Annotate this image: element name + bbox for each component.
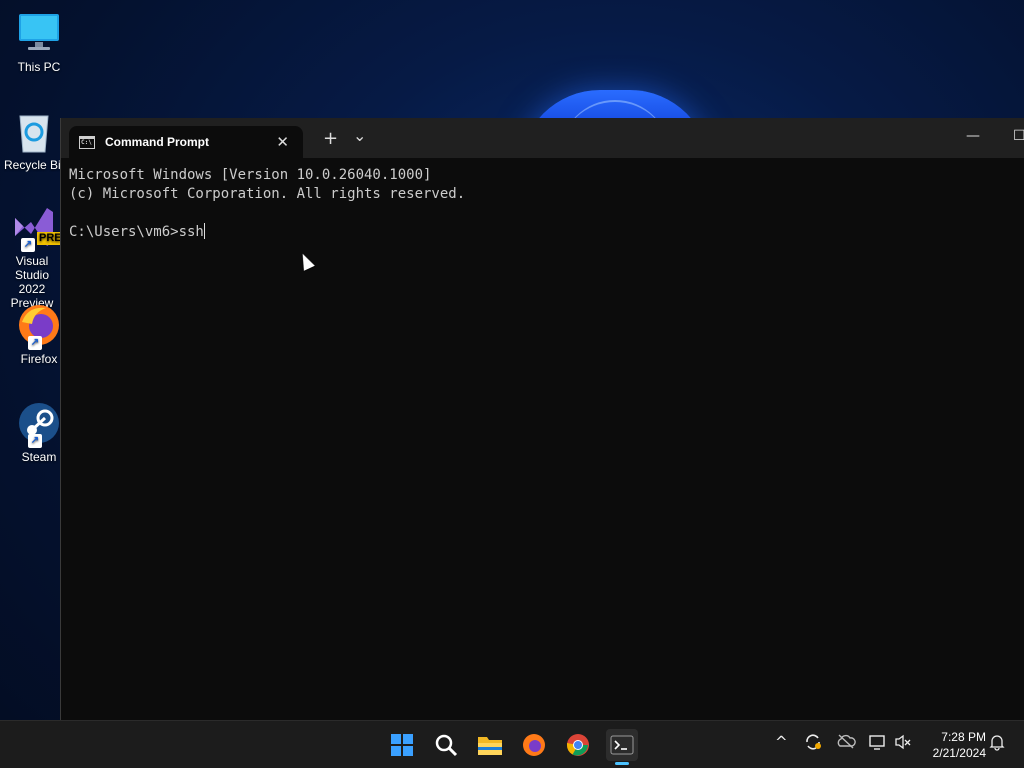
command-prompt-icon: C:\: [79, 135, 95, 149]
close-tab-icon[interactable]: ✕: [276, 133, 289, 151]
console-line: Microsoft Windows [Version 10.0.26040.10…: [69, 167, 432, 183]
file-explorer-button[interactable]: [474, 729, 506, 761]
monitor-icon: [16, 10, 62, 56]
console-input-line[interactable]: C:\Users\vm6>ssh: [69, 223, 1016, 242]
shortcut-arrow-icon: ↗: [28, 434, 42, 448]
tab-title: Command Prompt: [105, 135, 210, 149]
start-icon: [391, 734, 413, 756]
clock-time: 7:28 PM: [941, 730, 986, 744]
text-caret: [203, 223, 205, 239]
terminal-icon: [610, 735, 634, 755]
desktop-icon-label: This PC: [17, 60, 61, 74]
tab-dropdown-icon[interactable]: ⌄: [353, 126, 366, 145]
console-input[interactable]: ssh: [179, 224, 204, 240]
active-app-indicator: [615, 762, 629, 765]
clock[interactable]: 7:28 PM 2/21/2024: [920, 729, 986, 761]
firefox-icon: ↗: [16, 302, 62, 350]
shortcut-arrow-icon: ↗: [21, 238, 35, 252]
visual-studio-icon: PRE ↗: [9, 204, 64, 252]
recycle-bin-icon: [11, 108, 57, 154]
desktop-icon-recycle-bin[interactable]: Recycle Bin: [4, 108, 64, 172]
terminal-window[interactable]: C:\ Command Prompt ✕ + ⌄ — ☐ Microsoft W…: [60, 118, 1024, 720]
new-tab-button[interactable]: +: [323, 128, 338, 149]
shortcut-arrow-icon: ↗: [28, 336, 42, 350]
console-prompt: C:\Users\vm6>: [69, 224, 179, 240]
tab-command-prompt[interactable]: C:\ Command Prompt ✕: [69, 126, 303, 158]
file-explorer-icon: [478, 737, 502, 755]
search-button[interactable]: [430, 729, 462, 761]
chrome-taskbar-button[interactable]: [562, 729, 594, 761]
desktop-icon-this-pc[interactable]: This PC: [0, 10, 78, 74]
show-hidden-icons-chevron[interactable]: ^: [775, 733, 788, 751]
title-bar[interactable]: C:\ Command Prompt ✕ + ⌄ — ☐: [61, 118, 1024, 158]
sync-icon[interactable]: [804, 733, 822, 755]
minimize-button[interactable]: —: [966, 128, 980, 144]
notifications-bell-icon[interactable]: [988, 733, 1006, 755]
start-button[interactable]: [386, 729, 418, 761]
taskbar: ^ 7:28 PM 2/21/2024: [0, 720, 1024, 768]
network-icon[interactable]: [868, 733, 886, 755]
console-output[interactable]: Microsoft Windows [Version 10.0.26040.10…: [69, 166, 1016, 712]
console-line: (c) Microsoft Corporation. All rights re…: [69, 186, 466, 202]
terminal-taskbar-button[interactable]: [606, 729, 638, 765]
clock-date: 2/21/2024: [932, 746, 986, 760]
firefox-icon: [523, 734, 545, 756]
onedrive-icon[interactable]: [836, 733, 856, 753]
steam-icon: ↗: [16, 400, 62, 448]
desktop-icon-label: Recycle Bin: [4, 158, 64, 172]
firefox-taskbar-button[interactable]: [518, 729, 550, 761]
chrome-icon: [567, 734, 589, 756]
volume-muted-icon[interactable]: [894, 733, 912, 755]
maximize-button[interactable]: ☐: [1013, 128, 1024, 144]
desktop-icon-visual-studio[interactable]: PRE ↗ Visual Studio 2022 Preview: [2, 204, 64, 310]
search-icon: [435, 734, 458, 757]
